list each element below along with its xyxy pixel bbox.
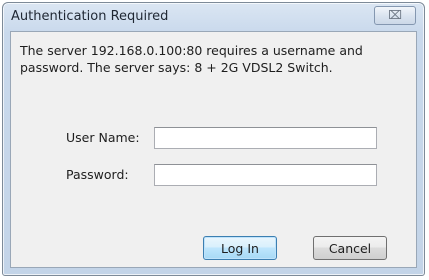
auth-dialog: Authentication Required ⌧ The server 192…	[2, 2, 425, 276]
close-icon: ⌧	[388, 8, 402, 22]
title-bar[interactable]: Authentication Required ⌧	[3, 3, 424, 31]
dialog-body: The server 192.168.0.100:80 requires a u…	[10, 31, 417, 268]
password-label: Password:	[66, 167, 129, 182]
login-button[interactable]: Log In	[203, 236, 277, 260]
auth-message: The server 192.168.0.100:80 requires a u…	[20, 42, 415, 76]
message-line-2: password. The server says: 8 + 2G VDSL2 …	[20, 60, 333, 75]
message-line-1: The server 192.168.0.100:80 requires a u…	[20, 43, 363, 58]
close-button[interactable]: ⌧	[374, 6, 416, 25]
password-input[interactable]	[154, 164, 377, 186]
cancel-button[interactable]: Cancel	[313, 236, 387, 260]
username-label: User Name:	[66, 130, 140, 145]
dialog-title: Authentication Required	[11, 9, 169, 24]
username-input[interactable]	[154, 127, 377, 149]
